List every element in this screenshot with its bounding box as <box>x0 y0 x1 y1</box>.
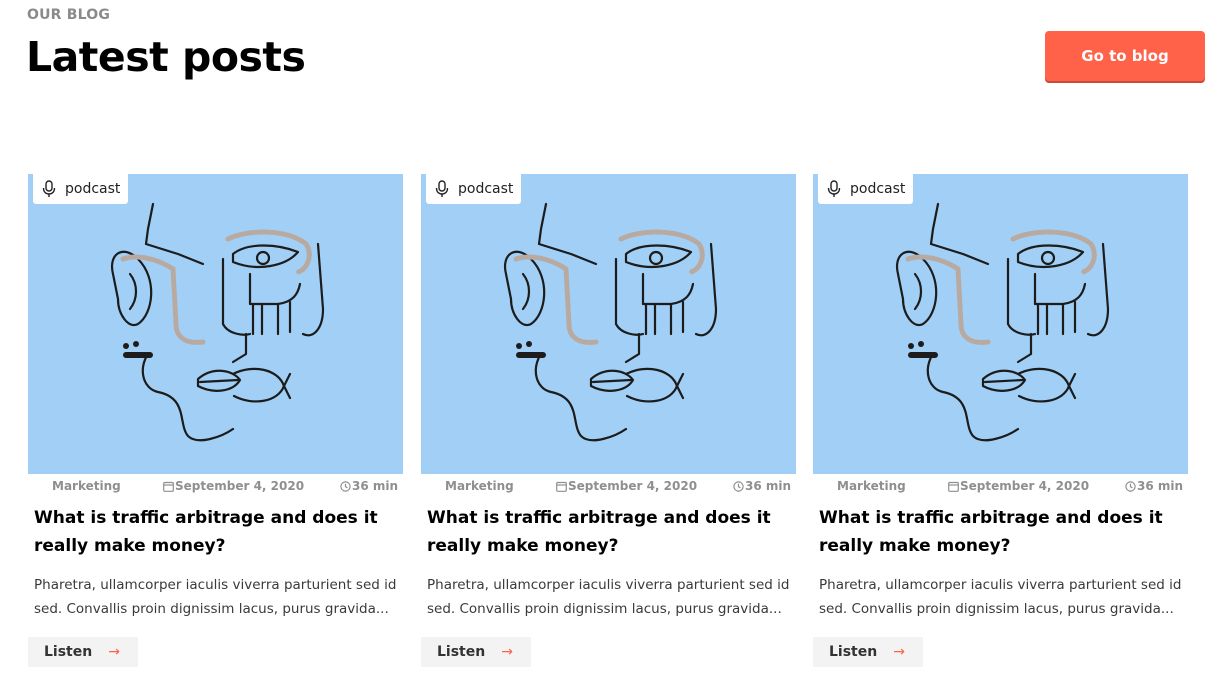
microphone-icon <box>435 180 449 197</box>
calendar-icon <box>948 481 959 492</box>
listen-button[interactable]: Listen → <box>421 637 531 667</box>
post-date: September 4, 2020 <box>568 479 698 493</box>
calendar-icon <box>556 481 567 492</box>
post-category[interactable]: Marketing <box>837 479 906 493</box>
post-category[interactable]: Marketing <box>52 479 121 493</box>
post-tag-label: podcast <box>458 181 514 197</box>
line-art-illustration <box>503 202 718 442</box>
microphone-icon <box>827 180 841 197</box>
clock-icon <box>340 480 351 492</box>
post-title[interactable]: What is traffic arbitrage and does it re… <box>819 504 1189 560</box>
listen-button[interactable]: Listen → <box>28 637 138 667</box>
post-thumbnail[interactable]: podcast <box>28 174 403 474</box>
go-to-blog-button[interactable]: Go to blog <box>1045 31 1205 81</box>
post-excerpt-line: sed. Convallis proin dignissim lacus, pu… <box>34 601 389 617</box>
listen-button-label: Listen <box>437 644 486 660</box>
calendar-icon <box>163 481 174 492</box>
page-title: Latest posts <box>26 33 306 81</box>
post-thumbnail[interactable]: podcast <box>421 174 796 474</box>
post-excerpt-line: Pharetra, ullamcorper iaculis viverra pa… <box>819 577 1182 593</box>
post-duration: 36 min <box>1137 479 1184 493</box>
post-date-wrap: September 4, 2020 <box>948 479 1089 493</box>
post-excerpt-line: Pharetra, ullamcorper iaculis viverra pa… <box>34 577 397 593</box>
post-card[interactable]: podcast Marketing September 4, 2020 36 m… <box>813 174 1189 674</box>
post-date: September 4, 2020 <box>960 479 1090 493</box>
post-excerpt-line: sed. Convallis proin dignissim lacus, pu… <box>427 601 782 617</box>
blog-section: OUR BLOG Latest posts Go to blog podcast… <box>0 0 1232 688</box>
post-tag[interactable]: podcast <box>818 174 914 204</box>
post-date: September 4, 2020 <box>175 479 305 493</box>
line-art-illustration <box>110 202 325 442</box>
post-tag-label: podcast <box>65 181 121 197</box>
post-category[interactable]: Marketing <box>445 479 514 493</box>
post-excerpt: Pharetra, ullamcorper iaculis viverra pa… <box>427 573 797 621</box>
post-title[interactable]: What is traffic arbitrage and does it re… <box>427 504 797 560</box>
post-date-wrap: September 4, 2020 <box>556 479 697 493</box>
post-tag[interactable]: podcast <box>426 174 522 204</box>
post-list: podcast Marketing September 4, 2020 36 m… <box>0 174 1232 674</box>
post-date-wrap: September 4, 2020 <box>163 479 304 493</box>
post-duration-wrap: 36 min <box>733 479 791 493</box>
post-duration: 36 min <box>352 479 399 493</box>
post-card[interactable]: podcast Marketing September 4, 2020 36 m… <box>421 174 797 674</box>
arrow-right-icon: → <box>108 644 120 660</box>
post-excerpt: Pharetra, ullamcorper iaculis viverra pa… <box>819 573 1189 621</box>
post-card[interactable]: podcast Marketing September 4, 2020 36 m… <box>28 174 404 674</box>
listen-button-label: Listen <box>44 644 93 660</box>
post-meta: Marketing September 4, 2020 36 min <box>28 478 404 496</box>
microphone-icon <box>42 180 56 197</box>
post-duration-wrap: 36 min <box>1125 479 1183 493</box>
post-meta: Marketing September 4, 2020 36 min <box>421 478 797 496</box>
post-duration: 36 min <box>745 479 792 493</box>
post-tag[interactable]: podcast <box>33 174 129 204</box>
post-excerpt: Pharetra, ullamcorper iaculis viverra pa… <box>34 573 404 621</box>
post-meta: Marketing September 4, 2020 36 min <box>813 478 1189 496</box>
post-title[interactable]: What is traffic arbitrage and does it re… <box>34 504 404 560</box>
listen-button-label: Listen <box>829 644 878 660</box>
post-excerpt-line: sed. Convallis proin dignissim lacus, pu… <box>819 601 1174 617</box>
arrow-right-icon: → <box>893 644 905 660</box>
arrow-right-icon: → <box>501 644 513 660</box>
post-thumbnail[interactable]: podcast <box>813 174 1188 474</box>
listen-button[interactable]: Listen → <box>813 637 923 667</box>
clock-icon <box>1125 480 1136 492</box>
section-eyebrow: OUR BLOG <box>27 7 111 23</box>
post-tag-label: podcast <box>850 181 906 197</box>
clock-icon <box>733 480 744 492</box>
post-excerpt-line: Pharetra, ullamcorper iaculis viverra pa… <box>427 577 790 593</box>
line-art-illustration <box>895 202 1110 442</box>
post-duration-wrap: 36 min <box>340 479 398 493</box>
